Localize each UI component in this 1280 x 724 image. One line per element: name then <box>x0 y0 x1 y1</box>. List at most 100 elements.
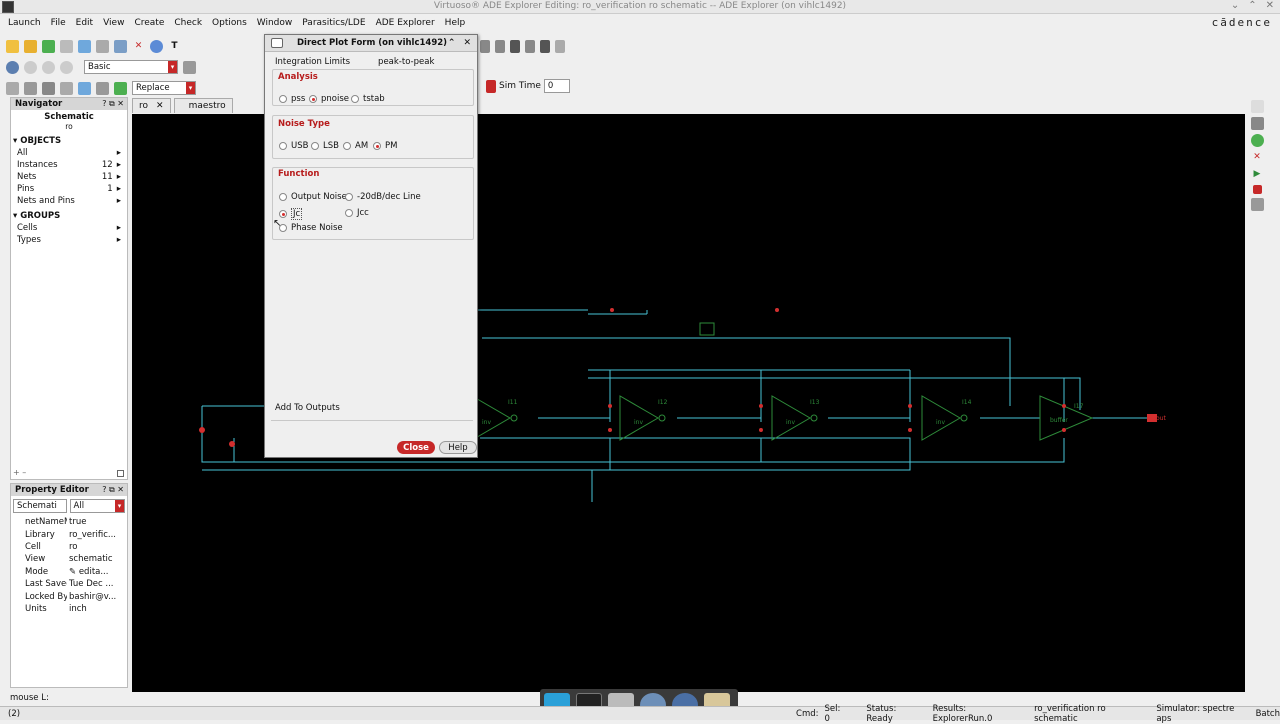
panel-resize-icon[interactable] <box>117 470 124 477</box>
close-button[interactable]: Close <box>397 441 435 454</box>
maximize-icon[interactable]: ⌃ <box>1248 0 1256 11</box>
move-icon[interactable] <box>78 39 91 53</box>
radio-tstab[interactable]: tstab <box>351 94 385 104</box>
stack-icon[interactable] <box>24 81 37 95</box>
save-icon[interactable] <box>60 39 73 53</box>
results-icon[interactable] <box>1250 100 1264 113</box>
radio-pss[interactable]: pss <box>279 94 305 104</box>
collapse-icon[interactable]: ⌃ <box>448 38 456 48</box>
edit-icon[interactable] <box>1250 117 1264 130</box>
panel-controls[interactable]: ? ⧉ ✕ <box>102 485 127 495</box>
property-row[interactable]: netNameM...true <box>11 516 127 528</box>
menu-help[interactable]: Help <box>445 18 466 28</box>
property-row[interactable]: Locked By bashir@v... <box>11 590 127 602</box>
sim-time-input[interactable]: 0 <box>543 79 570 93</box>
nav-row-instances[interactable]: Instances 12 ▸ <box>11 159 127 171</box>
mode-select[interactable]: Basic ▾ <box>84 60 178 74</box>
open-icon[interactable] <box>24 39 37 53</box>
minimize-icon[interactable]: ⌄ <box>1231 0 1239 11</box>
menu-edit[interactable]: Edit <box>76 18 93 28</box>
bus-icon[interactable] <box>525 39 535 53</box>
property-row[interactable]: Mode ✎ edita... <box>11 566 127 578</box>
refresh-icon[interactable] <box>60 60 73 74</box>
halt-icon[interactable] <box>1252 185 1262 194</box>
netlist-icon[interactable] <box>1250 134 1264 147</box>
menu-ade-explorer[interactable]: ADE Explorer <box>376 18 435 28</box>
setup-icon[interactable] <box>183 60 196 74</box>
close-icon[interactable]: ✕ <box>1266 0 1274 11</box>
radio-20db-line[interactable]: -20dB/dec Line <box>345 192 421 202</box>
plot-icon[interactable] <box>1250 198 1264 211</box>
nav-row-nets[interactable]: Nets 11 ▸ <box>11 171 127 183</box>
menu-check[interactable]: Check <box>174 18 202 28</box>
list-icon[interactable] <box>42 81 55 95</box>
property-row[interactable]: View schematic <box>11 553 127 565</box>
delete-icon[interactable]: ✕ <box>132 40 145 53</box>
run-icon[interactable]: ▶ <box>1251 168 1264 181</box>
new-icon[interactable] <box>6 39 19 53</box>
menu-view[interactable]: View <box>103 18 124 28</box>
close-icon[interactable]: ✕ <box>156 101 164 111</box>
chevron-down-icon[interactable]: ▾ <box>115 500 124 512</box>
net-icon[interactable] <box>510 39 520 53</box>
radio-jc[interactable]: Jc <box>279 208 303 220</box>
pin-icon[interactable] <box>495 39 505 53</box>
nav-row-pins[interactable]: Pins 1 ▸ <box>11 183 127 195</box>
grid-icon[interactable] <box>6 81 19 95</box>
marker-icon[interactable] <box>486 79 496 93</box>
radio-output-noise[interactable]: Output Noise <box>279 192 347 202</box>
forward-icon[interactable] <box>42 60 55 74</box>
property-filter-select[interactable]: All ▾ <box>69 499 125 513</box>
replace-select[interactable]: Replace ▾ <box>132 81 196 95</box>
label-icon[interactable] <box>540 39 550 53</box>
tab-ro[interactable]: ro ✕ <box>132 98 171 113</box>
nav-row-all[interactable]: All ▸ <box>11 147 127 159</box>
chevron-down-icon[interactable]: ▾ <box>186 82 195 94</box>
edit-icon[interactable] <box>78 81 91 95</box>
text-icon[interactable]: T <box>168 40 181 53</box>
stretch-icon[interactable] <box>114 39 127 53</box>
back-icon[interactable] <box>24 60 37 74</box>
dialog-titlebar[interactable]: Direct Plot Form (on vihlc1492) ⌃ ✕ <box>265 35 477 52</box>
radio-am[interactable]: AM <box>343 141 368 151</box>
nav-row-nets-and-pins[interactable]: Nets and Pins ▸ <box>11 195 127 207</box>
property-row[interactable]: Units inch <box>11 603 127 615</box>
wire-icon[interactable] <box>480 39 490 53</box>
properties-icon[interactable] <box>150 39 163 53</box>
stop-icon[interactable]: ✕ <box>1251 151 1264 164</box>
add-group-icon[interactable]: + – <box>13 468 26 477</box>
radio-jcc[interactable]: Jcc <box>345 208 369 218</box>
help-button[interactable]: Help <box>439 441 477 454</box>
menu-window[interactable]: Window <box>257 18 293 28</box>
close-icon[interactable]: ✕ <box>463 38 471 48</box>
layers-icon[interactable] <box>60 81 73 95</box>
menu-create[interactable]: Create <box>134 18 164 28</box>
panel-controls[interactable]: ? ⧉ ✕ <box>102 99 127 109</box>
object-filter-select[interactable]: Schemati <box>13 499 67 513</box>
menu-options[interactable]: Options <box>212 18 247 28</box>
radio-lsb[interactable]: LSB <box>311 141 339 151</box>
menu-launch[interactable]: Launch <box>8 18 41 28</box>
menu-file[interactable]: File <box>51 18 66 28</box>
instance-icon[interactable] <box>555 39 565 53</box>
radio-usb[interactable]: USB <box>279 141 308 151</box>
tab-maestro[interactable]: maestro <box>173 98 233 113</box>
property-row[interactable]: Cell ro <box>11 541 127 553</box>
add-icon[interactable] <box>114 81 127 95</box>
objects-header[interactable]: ▾ OBJECTS <box>11 135 127 147</box>
radio-phase-noise[interactable]: Phase Noise <box>279 223 343 233</box>
radio-pnoise[interactable]: pnoise <box>309 94 349 104</box>
nav-row-types[interactable]: Types ▸ <box>11 234 127 246</box>
nav-row-cells[interactable]: Cells ▸ <box>11 222 127 234</box>
groups-header[interactable]: ▾ GROUPS <box>11 210 127 222</box>
route-icon[interactable] <box>96 81 109 95</box>
property-row[interactable]: Library ro_verific... <box>11 528 127 540</box>
chevron-down-icon[interactable]: ▾ <box>168 61 177 73</box>
radio-pm[interactable]: PM <box>373 141 397 151</box>
zoom-icon[interactable] <box>6 60 19 74</box>
menu-parasitics[interactable]: Parasitics/LDE <box>302 18 365 28</box>
function-group: Function Output Noise -20dB/dec Line Jc … <box>272 167 474 240</box>
copy-icon[interactable] <box>96 39 109 53</box>
property-row[interactable]: Last SavedTue Dec ... <box>11 578 127 590</box>
check-save-icon[interactable] <box>42 39 55 53</box>
